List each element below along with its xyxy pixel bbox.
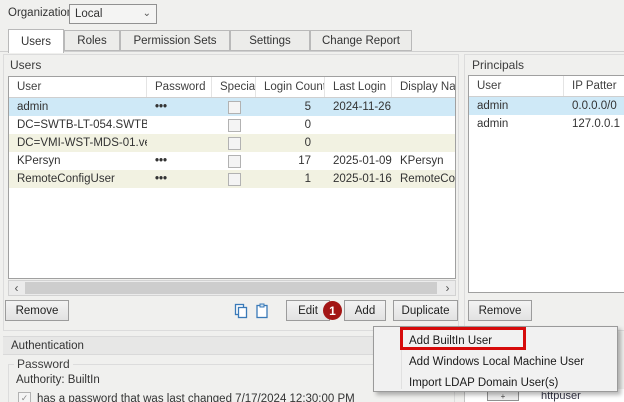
- cell-login-count: 5: [256, 98, 325, 116]
- table-row[interactable]: admin 127.0.0.1: [469, 115, 624, 133]
- cell-login-count: 0: [256, 134, 325, 152]
- horizontal-scrollbar[interactable]: ‹ ›: [8, 280, 456, 296]
- special-checkbox[interactable]: [228, 155, 241, 168]
- scroll-right-icon[interactable]: ›: [440, 281, 455, 295]
- cell-user: DC=VMI-WST-MDS-01.ve: [9, 134, 147, 152]
- tab-roles[interactable]: Roles: [64, 30, 120, 51]
- cell-principal-user: admin: [469, 115, 564, 133]
- cell-last-login: 2024-11-26: [325, 98, 392, 116]
- tab-permission-sets-label: Permission Sets: [133, 35, 216, 47]
- remove-user-button[interactable]: Remove: [5, 300, 69, 321]
- cell-login-count: 0: [256, 116, 325, 134]
- cell-password: •••: [147, 152, 212, 170]
- remove-principal-button[interactable]: Remove: [468, 300, 532, 321]
- cell-display-name: RemoteConfig: [392, 170, 455, 188]
- users-table-header: User Password Special Login Count Last L…: [9, 77, 455, 98]
- cell-user: admin: [9, 98, 147, 116]
- cell-user: RemoteConfigUser: [9, 170, 147, 188]
- cell-last-login: 2025-01-09: [325, 152, 392, 170]
- menu-item-import-ldap-domain-users[interactable]: Import LDAP Domain User(s): [375, 372, 616, 393]
- add-button[interactable]: Add: [344, 300, 386, 321]
- tab-users[interactable]: Users: [8, 29, 64, 53]
- cell-last-login: [325, 116, 392, 134]
- cell-last-login: [325, 134, 392, 152]
- table-row[interactable]: KPersyn ••• 17 2025-01-09 KPersyn: [9, 152, 455, 170]
- tab-change-report[interactable]: Change Report: [310, 30, 412, 51]
- col-password[interactable]: Password: [147, 77, 212, 97]
- col-last-login[interactable]: Last Login: [325, 77, 392, 97]
- organization-value: Local: [75, 8, 103, 20]
- cell-display-name: [392, 98, 455, 116]
- table-row[interactable]: admin ••• 5 2024-11-26: [9, 98, 455, 116]
- col-user[interactable]: User: [9, 77, 147, 97]
- tab-roles-label: Roles: [77, 35, 106, 47]
- password-note-row: ✓ has a password that was last changed 7…: [18, 392, 355, 402]
- col-ip-pattern[interactable]: IP Patter: [564, 76, 624, 96]
- cell-last-login: 2025-01-16: [325, 170, 392, 188]
- cell-login-count: 1: [256, 170, 325, 188]
- scrollbar-thumb[interactable]: [25, 282, 437, 294]
- cell-special: [212, 152, 256, 170]
- password-note-checkbox[interactable]: ✓: [18, 392, 31, 402]
- organization-label: Organization:: [8, 7, 76, 19]
- users-table[interactable]: User Password Special Login Count Last L…: [8, 76, 456, 279]
- tab-settings[interactable]: Settings: [230, 30, 310, 51]
- cell-special: [212, 116, 256, 134]
- tab-users-label: Users: [21, 36, 51, 48]
- annotation-step-badge: 1: [323, 301, 342, 320]
- cell-password: [147, 134, 212, 152]
- special-checkbox[interactable]: [228, 137, 241, 150]
- organization-dropdown[interactable]: Local ⌄: [69, 4, 157, 24]
- cell-display-name: KPersyn: [392, 152, 455, 170]
- tab-permission-sets[interactable]: Permission Sets: [120, 30, 230, 51]
- cell-password: •••: [147, 98, 212, 116]
- annotation-highlight-box: [400, 327, 526, 350]
- special-checkbox[interactable]: [228, 173, 241, 186]
- table-row[interactable]: DC=SWTB-LT-054.SWTBO 0: [9, 116, 455, 134]
- table-row[interactable]: admin 0.0.0.0/0: [469, 97, 624, 115]
- cell-principal-user: admin: [469, 97, 564, 115]
- cell-special: [212, 170, 256, 188]
- tab-change-report-label: Change Report: [322, 35, 400, 47]
- tab-pane-border: [0, 51, 624, 52]
- scroll-left-icon[interactable]: ‹: [9, 281, 24, 295]
- menu-item-add-windows-local-machine-user[interactable]: Add Windows Local Machine User: [375, 351, 616, 372]
- authority-value: Authority: BuiltIn: [16, 374, 100, 386]
- cell-user: DC=SWTB-LT-054.SWTBO: [9, 116, 147, 134]
- special-checkbox[interactable]: [228, 119, 241, 132]
- authentication-title: Authentication: [11, 340, 84, 352]
- password-group-title: Password: [14, 357, 73, 371]
- cell-ip-pattern: 127.0.0.1: [564, 115, 624, 133]
- cell-display-name: [392, 134, 455, 152]
- col-principal-user[interactable]: User: [469, 76, 564, 96]
- paste-icon: [254, 303, 270, 319]
- app-window: Organization: Local ⌄ Users Roles Permis…: [0, 0, 624, 402]
- table-row[interactable]: RemoteConfigUser ••• 1 2025-01-16 Remote…: [9, 170, 455, 188]
- copy-icon: [233, 303, 249, 319]
- paste-button[interactable]: [253, 302, 271, 320]
- password-note-text: has a password that was last changed 7/1…: [37, 393, 355, 402]
- cell-display-name: [392, 116, 455, 134]
- duplicate-button[interactable]: Duplicate: [393, 300, 458, 321]
- principals-table[interactable]: User IP Patter admin 0.0.0.0/0 admin 127…: [468, 75, 624, 293]
- special-checkbox[interactable]: [228, 101, 241, 114]
- tab-settings-label: Settings: [249, 35, 291, 47]
- cell-special: [212, 98, 256, 116]
- col-login-count[interactable]: Login Count: [256, 77, 325, 97]
- cell-ip-pattern: 0.0.0.0/0: [564, 97, 624, 115]
- principals-group-title: Principals: [472, 58, 524, 72]
- principals-table-header: User IP Patter: [469, 76, 624, 97]
- cell-password: [147, 116, 212, 134]
- copy-button[interactable]: [232, 302, 250, 320]
- table-row[interactable]: DC=VMI-WST-MDS-01.ve 0: [9, 134, 455, 152]
- col-special[interactable]: Special: [212, 77, 256, 97]
- users-group-title: Users: [10, 58, 41, 72]
- col-display-name[interactable]: Display Name: [392, 77, 455, 97]
- cell-user: KPersyn: [9, 152, 147, 170]
- chevron-down-icon: ⌄: [143, 9, 151, 19]
- cell-password: •••: [147, 170, 212, 188]
- cell-login-count: 17: [256, 152, 325, 170]
- cell-special: [212, 134, 256, 152]
